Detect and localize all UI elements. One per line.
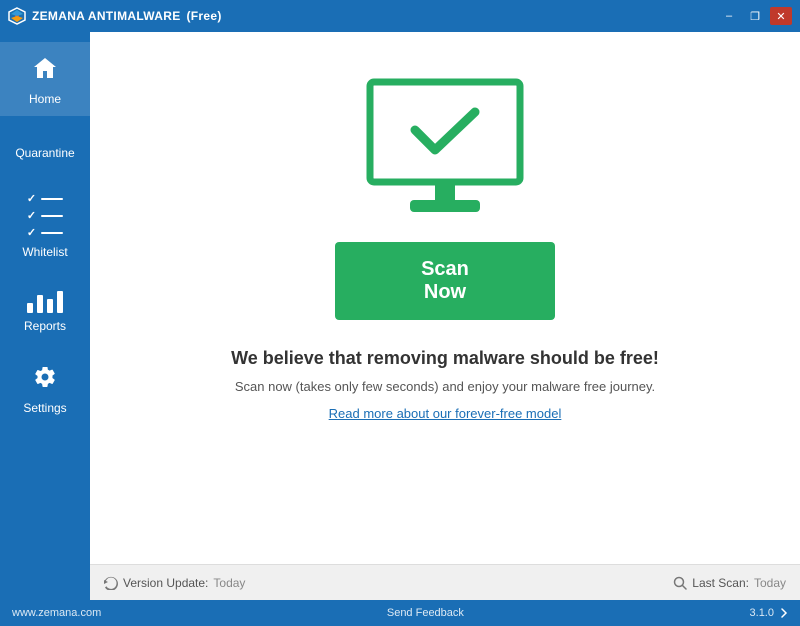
app-edition: (Free) xyxy=(187,9,222,23)
version-update-value: Today xyxy=(213,576,245,590)
version-update-item: Version Update: Today xyxy=(104,576,245,590)
main-layout: Home Quarantine ✓ ✓ ✓ Whi xyxy=(0,32,800,600)
minimize-button[interactable]: – xyxy=(718,7,740,25)
settings-icon xyxy=(33,365,57,395)
sidebar-item-quarantine[interactable]: Quarantine xyxy=(0,132,90,170)
forever-free-link[interactable]: Read more about our forever-free model xyxy=(329,406,562,421)
monitor-svg xyxy=(355,72,535,222)
last-scan-label: Last Scan: xyxy=(692,576,749,590)
title-bar: ZEMANA ANTIMALWARE (Free) – ❐ ✕ xyxy=(0,0,800,32)
reports-label: Reports xyxy=(24,319,66,333)
close-button[interactable]: ✕ xyxy=(770,7,792,25)
title-bar-left: ZEMANA ANTIMALWARE (Free) xyxy=(8,7,222,25)
last-scan-item: Last Scan: Today xyxy=(673,576,786,590)
footer-version-area: 3.1.0 xyxy=(750,607,788,619)
refresh-icon xyxy=(104,576,118,590)
sidebar: Home Quarantine ✓ ✓ ✓ Whi xyxy=(0,32,90,600)
whitelist-label: Whitelist xyxy=(22,245,67,259)
version-update-label: Version Update: xyxy=(123,576,208,590)
sidebar-item-reports[interactable]: Reports xyxy=(0,277,90,343)
scan-now-button[interactable]: Scan Now xyxy=(335,242,555,320)
footer: www.zemana.com Send Feedback 3.1.0 xyxy=(0,600,800,626)
title-bar-controls: – ❐ ✕ xyxy=(718,7,792,25)
status-bar: Version Update: Today Last Scan: Today xyxy=(90,564,800,600)
whitelist-icon: ✓ ✓ ✓ xyxy=(27,192,63,239)
monitor-illustration xyxy=(355,72,535,222)
chevron-right-icon xyxy=(780,608,788,618)
sidebar-item-settings[interactable]: Settings xyxy=(0,351,90,425)
settings-label: Settings xyxy=(23,401,66,415)
app-title: ZEMANA ANTIMALWARE xyxy=(32,9,181,23)
home-icon xyxy=(32,56,58,86)
footer-version-text: 3.1.0 xyxy=(750,607,774,619)
main-subtext: Scan now (takes only few seconds) and en… xyxy=(235,379,655,394)
search-icon xyxy=(673,576,687,590)
quarantine-label: Quarantine xyxy=(15,146,74,160)
home-label: Home xyxy=(29,92,61,106)
main-headline: We believe that removing malware should … xyxy=(231,348,659,369)
last-scan-value: Today xyxy=(754,576,786,590)
app-logo-icon xyxy=(8,7,26,25)
reports-icon xyxy=(27,291,63,313)
footer-website[interactable]: www.zemana.com xyxy=(12,607,101,619)
footer-feedback[interactable]: Send Feedback xyxy=(387,607,464,619)
content-area: Scan Now We believe that removing malwar… xyxy=(90,32,800,600)
sidebar-item-whitelist[interactable]: ✓ ✓ ✓ Whitelist xyxy=(0,178,90,269)
maximize-button[interactable]: ❐ xyxy=(744,7,766,25)
sidebar-item-home[interactable]: Home xyxy=(0,42,90,116)
